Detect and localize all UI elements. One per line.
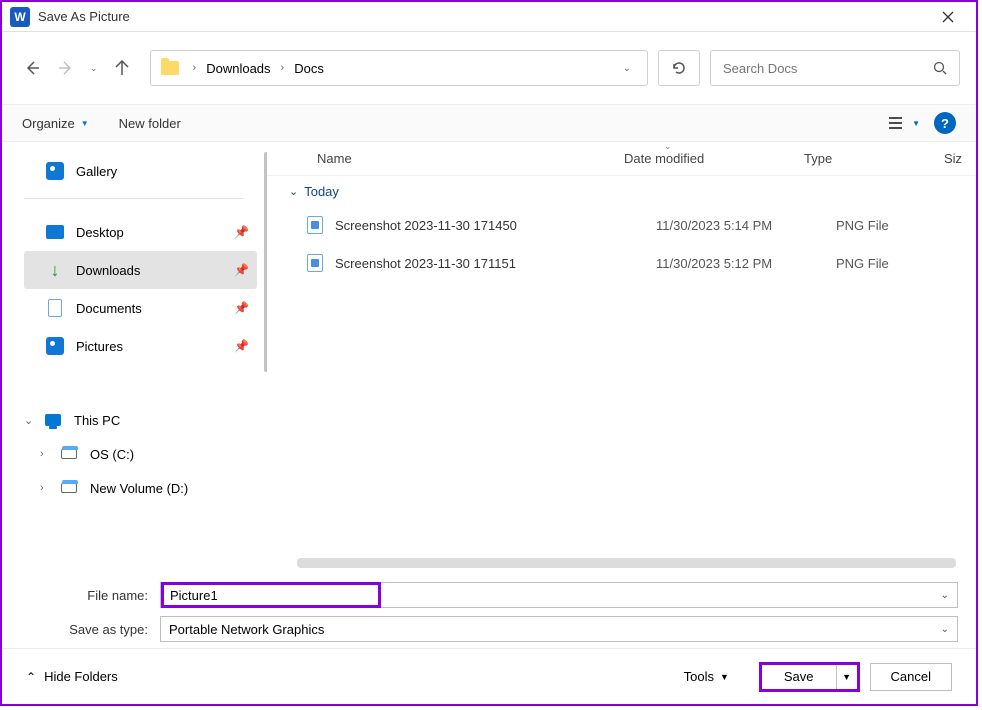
sidebar-item-drive-d[interactable]: › New Volume (D:) [24,471,257,505]
save-button[interactable]: Save [762,665,837,689]
column-date-modified[interactable]: ⌄Date modified [624,151,804,166]
refresh-button[interactable] [658,50,700,86]
tools-dropdown[interactable]: Tools [684,669,714,684]
file-row[interactable]: Screenshot 2023-11-30 171151 11/30/2023 … [267,244,976,282]
image-file-icon [307,216,323,234]
close-button[interactable] [928,2,968,32]
chevron-down-icon: ⌄ [24,414,40,427]
chevron-right-icon: › [193,62,197,74]
back-button[interactable] [22,58,42,78]
refresh-icon [671,60,687,76]
list-view-icon [888,116,906,130]
forward-button[interactable] [56,58,76,78]
title-bar: W Save As Picture [2,2,976,32]
monitor-icon [45,414,61,426]
pin-icon: 📌 [234,263,249,277]
column-type[interactable]: Type [804,151,944,166]
chevron-right-icon: › [40,448,56,460]
save-as-type-combobox[interactable]: Portable Network Graphics ⌄ [160,616,958,642]
chevron-down-icon[interactable]: ⌄ [941,590,957,601]
up-button[interactable] [112,58,132,78]
column-size[interactable]: Siz [944,151,976,166]
file-name-combobox[interactable]: Picture1 ⌄ [160,582,958,608]
chevron-down-icon: ⌄ [941,624,949,635]
sidebar-item-this-pc[interactable]: ⌄ This PC [24,403,257,437]
close-icon [942,11,954,23]
navigation-sidebar: Gallery Desktop 📌 ↓ Downloads 📌 Document… [2,142,267,568]
sidebar-item-desktop[interactable]: Desktop 📌 [24,213,257,251]
address-bar[interactable]: › Downloads › Docs ⌄ [150,50,648,86]
pin-icon: 📌 [234,339,249,353]
cancel-button[interactable]: Cancel [870,663,952,691]
toolbar: Organize ▼ New folder ▼ ? [2,104,976,142]
file-row[interactable]: Screenshot 2023-11-30 171450 11/30/2023 … [267,206,976,244]
search-icon [933,61,947,75]
gallery-icon [46,162,64,180]
file-list-pane: Name ⌄Date modified Type Siz ⌄ Today Scr… [267,142,976,568]
column-name[interactable]: Name [317,151,624,166]
breadcrumb-downloads[interactable]: Downloads [206,61,270,76]
chevron-down-icon: ▼ [81,119,89,128]
view-options-dropdown[interactable]: ▼ [888,116,920,130]
navigation-row: ⌄ › Downloads › Docs ⌄ Search Docs [2,32,976,104]
file-name-input[interactable]: Picture1 [161,582,381,608]
breadcrumb-docs[interactable]: Docs [294,61,324,76]
drive-icon [61,449,77,459]
pictures-icon [46,337,64,355]
word-app-icon: W [10,7,30,27]
hide-folders-button[interactable]: ⌃ Hide Folders [26,669,118,684]
sidebar-item-documents[interactable]: Documents 📌 [24,289,257,327]
chevron-right-icon: › [40,482,56,494]
new-folder-button[interactable]: New folder [119,116,181,131]
arrow-left-icon [24,60,40,76]
folder-icon [161,61,179,75]
save-dropdown[interactable]: ▼ [837,665,857,689]
sidebar-item-drive-c[interactable]: › OS (C:) [24,437,257,471]
search-box[interactable]: Search Docs [710,50,960,86]
save-as-dialog: W Save As Picture ⌄ › Downloads › Docs ⌄… [0,0,978,706]
file-name-label: File name: [20,588,160,603]
save-as-type-label: Save as type: [20,622,160,637]
column-headers: Name ⌄Date modified Type Siz [267,142,976,176]
organize-dropdown[interactable]: Organize ▼ [22,116,89,131]
filename-section: File name: Picture1 ⌄ Save as type: Port… [2,568,976,648]
document-icon [48,299,62,317]
pin-icon: 📌 [234,301,249,315]
horizontal-scrollbar[interactable] [297,558,956,568]
drive-icon [61,483,77,493]
arrow-up-icon [114,60,130,76]
chevron-right-icon: › [281,62,285,74]
desktop-icon [46,225,64,239]
sidebar-item-gallery[interactable]: Gallery [24,152,257,190]
pin-icon: 📌 [234,225,249,239]
sidebar-item-downloads[interactable]: ↓ Downloads 📌 [24,251,257,289]
sort-descending-icon: ⌄ [664,142,672,152]
help-button[interactable]: ? [934,112,956,134]
sidebar-item-pictures[interactable]: Pictures 📌 [24,327,257,365]
dialog-footer: ⌃ Hide Folders Tools ▼ Save ▼ Cancel [2,648,976,704]
search-placeholder: Search Docs [723,61,797,76]
recent-locations-dropdown[interactable]: ⌄ [90,63,98,74]
dialog-title: Save As Picture [38,9,130,24]
chevron-up-icon: ⌃ [26,670,36,684]
group-today[interactable]: ⌄ Today [267,176,976,206]
download-icon: ↓ [51,260,60,281]
arrow-right-icon [58,60,74,76]
chevron-down-icon: ▼ [912,119,920,128]
save-split-button[interactable]: Save ▼ [759,662,860,692]
chevron-down-icon: ⌄ [289,185,298,198]
image-file-icon [307,254,323,272]
address-history-dropdown[interactable]: ⌄ [617,63,637,74]
chevron-down-icon: ▼ [720,672,729,682]
